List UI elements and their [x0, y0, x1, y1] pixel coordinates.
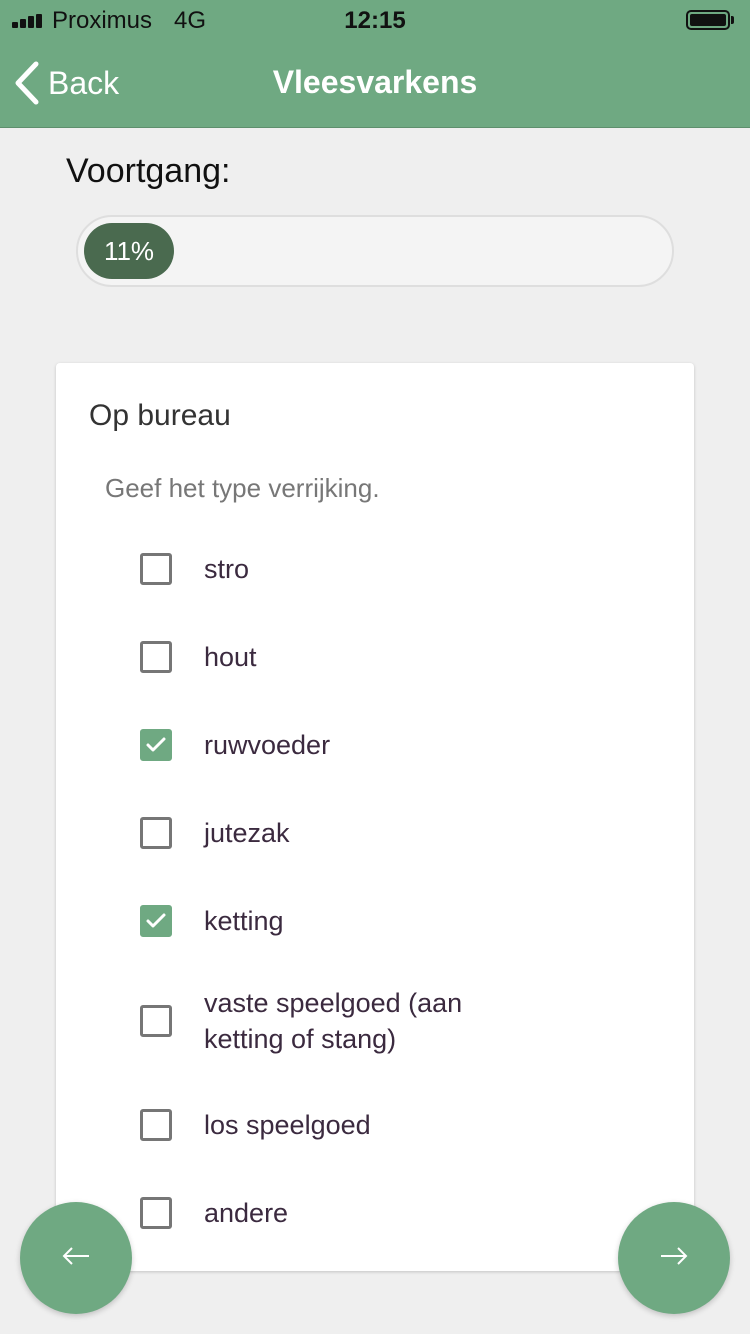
page-title: Vleesvarkens — [272, 64, 478, 100]
checkbox[interactable] — [140, 905, 172, 937]
battery-icon — [686, 10, 730, 30]
checkbox[interactable] — [140, 817, 172, 849]
next-button[interactable] — [618, 1202, 730, 1314]
question-card: Op bureau Geef het type verrijking. stro… — [56, 363, 694, 1271]
progress-bar: 11% — [76, 215, 674, 287]
checkbox[interactable] — [140, 1005, 172, 1037]
progress-fill: 11% — [84, 223, 174, 279]
checkbox[interactable] — [140, 641, 172, 673]
option-label: jutezak — [204, 818, 290, 848]
navigation-bar: Back Vleesvarkens — [0, 40, 750, 128]
option-vaste-speelgoed[interactable]: vaste speelgoed (aan ketting of stang) — [140, 985, 640, 1057]
option-hout[interactable]: hout — [140, 639, 640, 675]
checkbox[interactable] — [140, 553, 172, 585]
option-label: andere — [204, 1198, 289, 1228]
option-ruwvoeder[interactable]: ruwvoeder — [140, 727, 640, 763]
question-subtitle: Geef het type verrijking. — [105, 473, 380, 503]
battery-tip — [731, 16, 734, 24]
previous-button[interactable] — [20, 1202, 132, 1314]
checkbox[interactable] — [140, 1197, 172, 1229]
question-title: Op bureau — [89, 399, 231, 432]
checkbox[interactable] — [140, 1109, 172, 1141]
option-label: vaste speelgoed (aan ketting of stang) — [204, 988, 463, 1054]
arrow-left-icon — [61, 1246, 91, 1271]
status-bar: Proximus 4G 12:15 — [0, 0, 750, 40]
option-label: ketting — [204, 906, 284, 936]
option-jutezak[interactable]: jutezak — [140, 815, 640, 851]
option-label: hout — [204, 642, 257, 672]
status-time: 12:15 — [344, 7, 406, 34]
check-icon — [146, 913, 166, 928]
check-icon — [146, 737, 166, 752]
progress-label: Voortgang: — [66, 152, 231, 190]
arrow-right-icon — [659, 1246, 689, 1271]
option-ketting[interactable]: ketting — [140, 903, 640, 939]
option-label: stro — [204, 554, 250, 584]
option-label: los speelgoed — [204, 1110, 371, 1140]
checkbox[interactable] — [140, 729, 172, 761]
option-label: ruwvoeder — [204, 730, 331, 760]
option-los-speelgoed[interactable]: los speelgoed — [140, 1107, 640, 1143]
option-stro[interactable]: stro — [140, 551, 640, 587]
option-andere[interactable]: andere — [140, 1195, 640, 1231]
